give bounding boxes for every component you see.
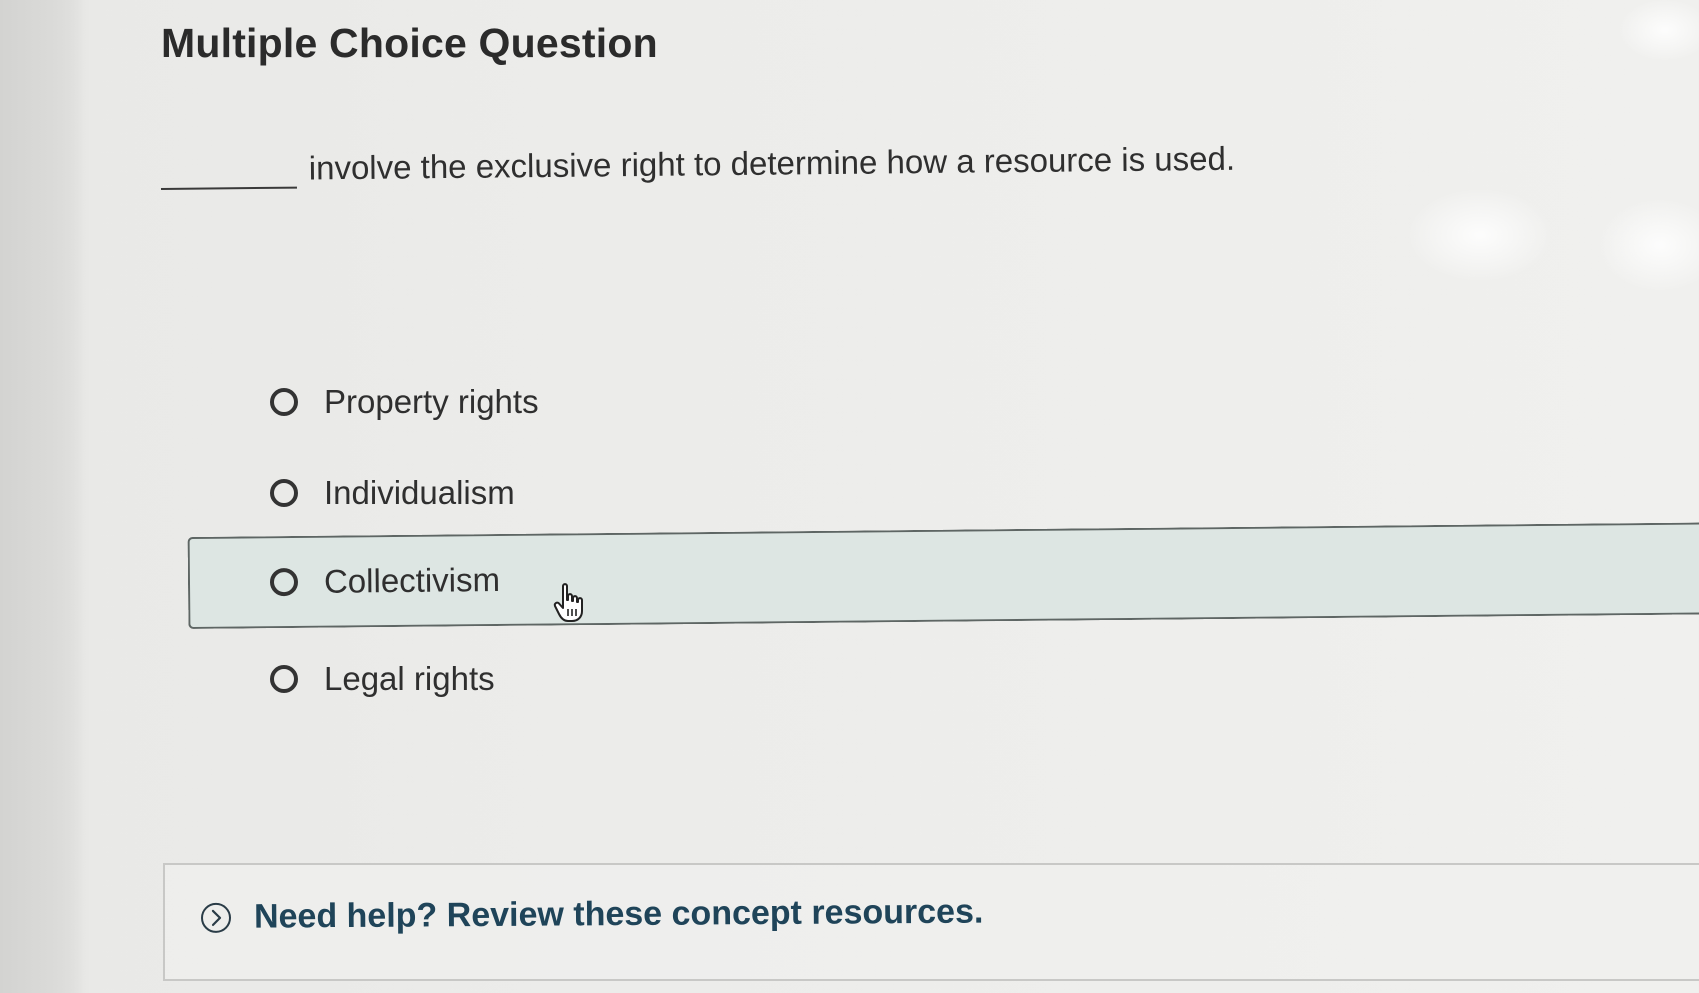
hand-pointer-icon [553,583,583,622]
question-text: involve the exclusive right to determine… [308,139,1236,187]
help-resources-link[interactable]: Need help? Review these concept resource… [200,893,984,937]
radio-button[interactable] [270,665,298,693]
page-title: Multiple Choice Question [161,20,658,66]
question-stem: involve the exclusive right to determine… [160,137,1236,190]
option-label: Collectivism [323,561,501,600]
answer-blank [160,146,297,190]
option-label: Legal rights [324,660,495,697]
option-label: Property rights [324,383,539,420]
radio-button[interactable] [270,388,298,416]
screen-glare [1410,190,1550,280]
left-shade [0,0,84,993]
radio-button[interactable] [270,479,298,507]
help-link-text: Need help? Review these concept resource… [253,892,984,936]
option-property-rights[interactable]: Property rights [188,357,1699,447]
chevron-right-circle-icon [200,902,231,933]
option-collectivism[interactable]: Collectivism [187,522,1699,629]
screen-glare [1600,200,1699,290]
option-legal-rights[interactable]: Legal rights [188,634,1699,724]
option-label: Individualism [324,474,515,511]
radio-button[interactable] [269,567,299,597]
screen-glare [1620,0,1699,60]
